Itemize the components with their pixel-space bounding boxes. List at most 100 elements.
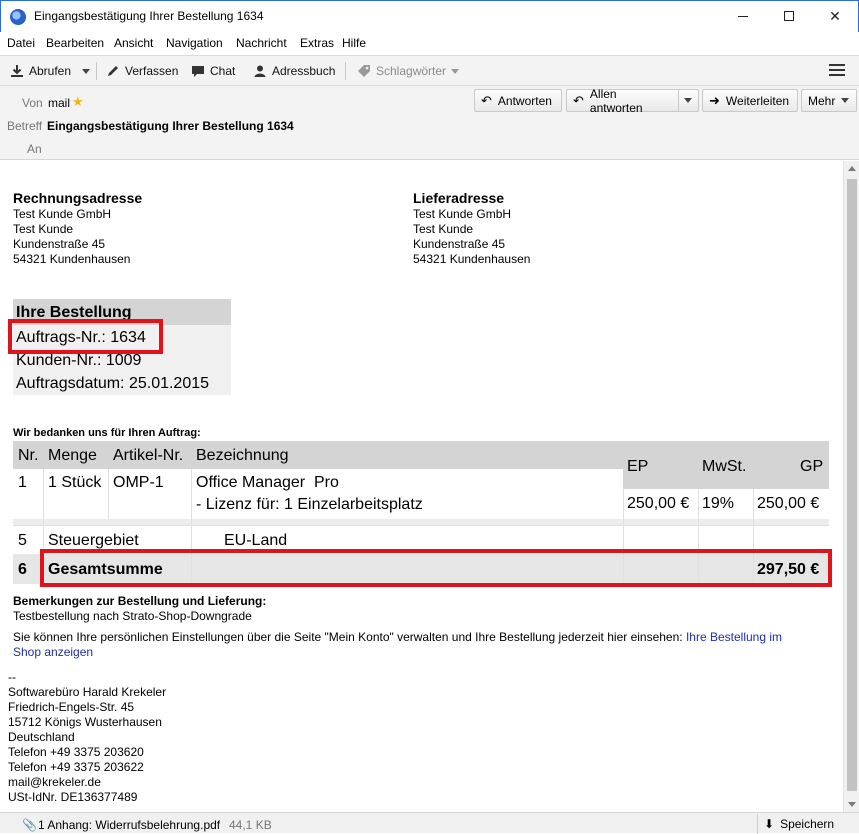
attachment-size: 44,1 KB [229, 818, 272, 832]
message-header: Von mail ★ Betreff Eingangsbestätigung I… [0, 86, 859, 160]
title-bar: Eingangsbestätigung Ihrer Bestellung 163… [0, 0, 859, 32]
address-line: 54321 Kundenhausen [13, 252, 131, 266]
signature-line: Telefon +49 3375 203620 [8, 745, 144, 759]
row5-eu-land: EU-Land [224, 532, 288, 549]
menu-bearbeiten[interactable]: Bearbeiten [46, 36, 104, 50]
grid-line [108, 469, 109, 519]
speichern-label: Speichern [780, 817, 835, 831]
col-ep: EP [627, 458, 649, 475]
menu-hilfe[interactable]: Hilfe [342, 36, 366, 50]
allen-antworten-dropdown[interactable] [678, 90, 692, 111]
scrollbar-thumb[interactable] [847, 179, 857, 791]
grid-line [13, 525, 829, 526]
signature: -- Softwarebüro Harald Krekeler Friedric… [8, 670, 166, 805]
maximize-button[interactable] [766, 1, 812, 31]
verfassen-button[interactable]: Verfassen [106, 61, 178, 81]
signature-line: -- [8, 670, 16, 684]
abrufen-dropdown[interactable] [82, 61, 90, 81]
row1-bezeichnung: Office Manager Pro [196, 474, 339, 491]
weiterleiten-button[interactable]: ➜ Weiterleiten [702, 89, 798, 112]
contact-icon [254, 65, 266, 77]
col-nr: Nr. [18, 447, 39, 464]
chat-label: Chat [210, 64, 236, 78]
abrufen-button[interactable]: Abrufen [10, 61, 71, 81]
row6-nr: 6 [18, 561, 27, 578]
toolbar-divider [96, 62, 97, 80]
scroll-up-icon[interactable] [848, 166, 856, 171]
minimize-button[interactable] [720, 1, 766, 31]
lieferadresse-heading: Lieferadresse [413, 190, 505, 206]
allen-antworten-button[interactable]: ↶ Allen antworten [566, 87, 699, 115]
chevron-down-icon [684, 98, 692, 103]
bemerkungen-heading: Bemerkungen zur Bestellung und Lieferung… [13, 594, 267, 608]
col-bezeichnung: Bezeichnung [196, 447, 289, 464]
close-icon: ✕ [829, 7, 841, 24]
address-line: Test Kunde GmbH [13, 207, 112, 221]
reply-icon: ↶ [481, 92, 492, 108]
tag-icon [358, 65, 370, 77]
menu-navigation[interactable]: Navigation [166, 36, 223, 50]
row5-nr: 5 [18, 532, 27, 549]
adressbuch-button[interactable]: Adressbuch [253, 61, 335, 81]
row1-lizenz: - Lizenz für: 1 Einzelarbeitsplatz [196, 496, 423, 513]
betreff-value: Eingangsbestätigung Ihrer Bestellung 163… [47, 119, 294, 133]
pencil-icon [108, 66, 118, 76]
bestellung-link[interactable]: Ihre Bestellung im [686, 630, 782, 644]
reply-all-icon: ↶ [573, 92, 584, 108]
col-gp: GP [800, 458, 824, 475]
schlagwoerter-label: Schlagwörter [376, 64, 447, 78]
rechnungsadresse-heading: Rechnungsadresse [13, 190, 143, 206]
shop-link[interactable]: Shop anzeigen [13, 645, 93, 659]
signature-line: Deutschland [8, 730, 75, 744]
chevron-down-icon [82, 68, 90, 74]
menu-nachricht[interactable]: Nachricht [236, 36, 287, 50]
chevron-down-icon [841, 98, 850, 103]
signature-line: Telefon +49 3375 203622 [8, 760, 144, 774]
speichern-button[interactable]: ⬇ Speichern [757, 814, 859, 834]
maximize-icon [784, 11, 794, 21]
abrufen-label: Abrufen [29, 64, 72, 78]
chat-button[interactable]: Chat [191, 61, 235, 81]
mehr-label: Mehr [808, 93, 836, 108]
main-toolbar: Abrufen Verfassen Chat Adressbuch Schlag… [0, 55, 859, 86]
highlight-box-auftrag [8, 319, 163, 354]
menu-ansicht[interactable]: Ansicht [114, 36, 153, 50]
row1-ep: 250,00 € [627, 495, 690, 512]
toolbar-divider [345, 62, 346, 80]
close-button[interactable]: ✕ [812, 1, 858, 31]
schlagwoerter-button[interactable]: Schlagwörter [357, 61, 460, 81]
minimize-icon [738, 15, 748, 17]
menu-datei[interactable]: Datei [7, 36, 35, 50]
row1-nr: 1 [18, 474, 27, 491]
address-line: Test Kunde [413, 222, 474, 236]
signature-line: USt-IdNr. DE136377489 [8, 790, 138, 804]
antworten-button[interactable]: ↶ Antworten [474, 89, 562, 112]
download-icon: ⬇ [764, 817, 775, 831]
row1-gp: 250,00 € [757, 495, 820, 512]
row1-mwst: 19% [702, 495, 735, 512]
highlight-box-gesamtsumme [40, 549, 832, 587]
mehr-button[interactable]: Mehr [801, 89, 857, 112]
download-icon [11, 65, 23, 77]
menu-bar: Datei Bearbeiten Ansicht Navigation Nach… [0, 32, 859, 54]
vertical-scrollbar[interactable] [843, 161, 859, 812]
forward-icon: ➜ [709, 92, 720, 108]
von-value[interactable]: mail [48, 96, 70, 110]
col-mwst: MwSt. [702, 458, 747, 475]
menu-extras[interactable]: Extras [300, 36, 334, 50]
row1-menge: 1 Stück [48, 474, 102, 491]
attachment-bar: 📎 1 Anhang: Widerrufsbelehrung.pdf 44,1 … [0, 812, 859, 834]
star-icon[interactable]: ★ [72, 94, 84, 110]
signature-line[interactable]: mail@krekeler.de [8, 775, 166, 790]
attachment-label[interactable]: 1 Anhang: Widerrufsbelehrung.pdf [38, 818, 220, 832]
info-text-block: Sie können Ihre persönlichen Einstellung… [13, 630, 823, 660]
von-label: Von [22, 96, 43, 110]
auftragsdatum: Auftragsdatum: 25.01.2015 [16, 375, 210, 392]
col-menge: Menge [48, 447, 97, 464]
chat-icon [192, 66, 204, 77]
thunderbird-icon [10, 9, 26, 25]
scroll-down-icon[interactable] [848, 802, 856, 807]
hamburger-menu-icon[interactable] [829, 64, 845, 77]
row1-artikel: OMP-1 [113, 474, 164, 491]
betreff-label: Betreff [7, 119, 43, 133]
